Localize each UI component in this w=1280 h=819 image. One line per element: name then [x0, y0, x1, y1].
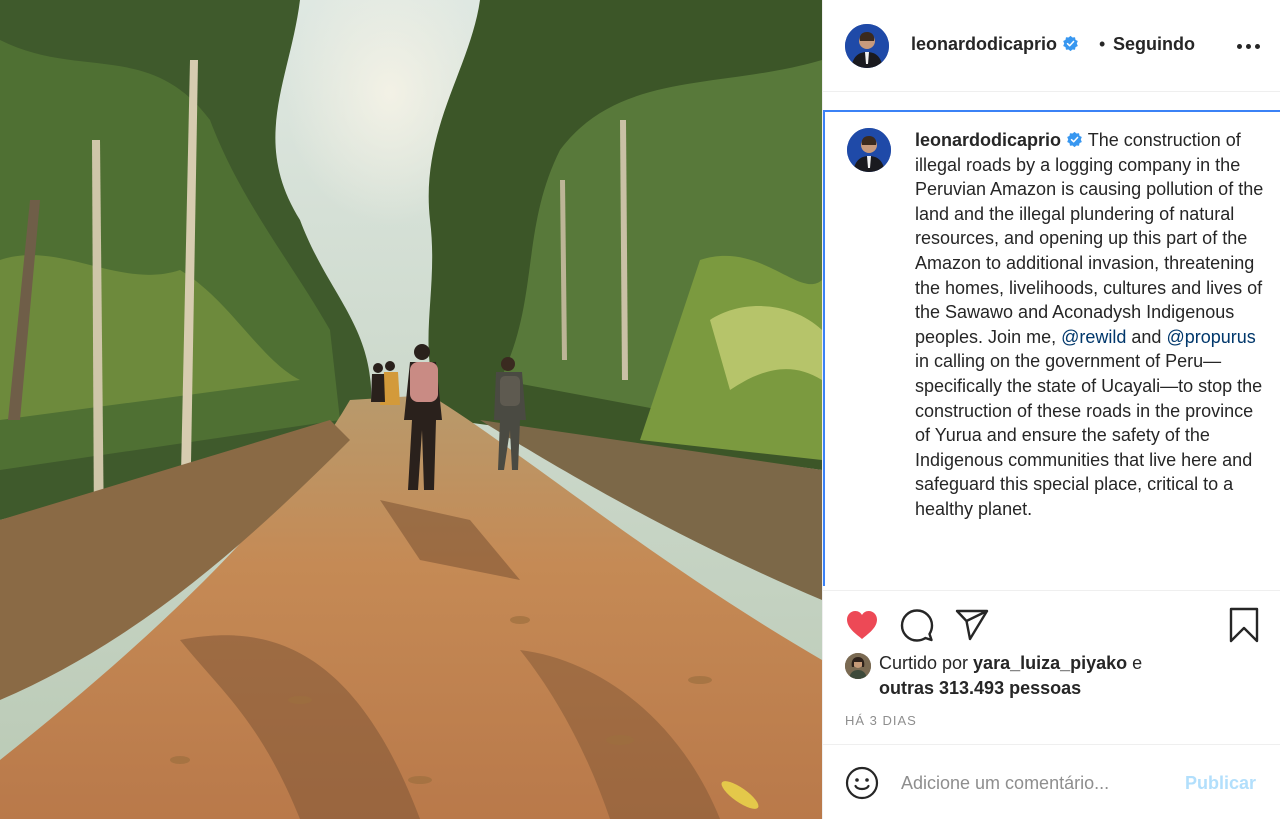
caption-author-avatar[interactable] [847, 128, 891, 172]
caption-body-2: and [1126, 326, 1167, 347]
publish-button[interactable]: Publicar [1185, 773, 1256, 794]
caption-body-3: in calling on the government of Peru—spe… [915, 351, 1263, 519]
author-username-text[interactable]: leonardodicaprio [911, 34, 1057, 54]
heart-icon[interactable] [845, 609, 879, 641]
likes-text: Curtido por yara_luiza_piyako e outras 31… [879, 651, 1259, 700]
comment-icon[interactable] [900, 608, 934, 642]
post-header: leonardodicaprio • Seguindo [823, 0, 1280, 92]
caption-body-1: The construction of illegal roads by a l… [915, 130, 1264, 347]
share-icon[interactable] [954, 609, 990, 641]
avatar-image [847, 128, 891, 172]
following-button[interactable]: Seguindo [1113, 34, 1195, 55]
author-username[interactable]: leonardodicaprio [911, 34, 1079, 55]
avatar-image [845, 24, 889, 68]
liker-username[interactable]: yara_luiza_piyako [973, 653, 1127, 673]
emoji-icon[interactable] [845, 766, 879, 800]
likes-count-link[interactable]: outras 313.493 pessoas [879, 678, 1081, 698]
caption-username[interactable]: leonardodicaprio [915, 130, 1061, 150]
post-photo[interactable] [0, 0, 822, 819]
verified-badge-icon [1063, 35, 1078, 52]
mention-rewild[interactable]: @rewild [1061, 327, 1126, 347]
likes-connector: e [1127, 653, 1143, 673]
verified-badge-icon [1067, 131, 1082, 148]
bookmark-icon[interactable] [1229, 607, 1259, 643]
caption-text: leonardodicaprio The construction of ill… [915, 128, 1271, 522]
author-avatar[interactable] [845, 24, 889, 68]
comment-input[interactable]: Adicione um comentário... [901, 773, 1109, 794]
avatar-image [845, 653, 871, 679]
post-date[interactable]: HÁ 3 DIAS [845, 713, 917, 728]
comment-bar: Adicione um comentário... Publicar [823, 744, 1280, 819]
likes-prefix: Curtido por [879, 653, 974, 673]
follow-separator: • [1099, 34, 1106, 54]
mention-propurus[interactable]: @propurus [1166, 327, 1255, 347]
post-actions: Curtido por yara_luiza_piyako e outras 31… [823, 590, 1280, 744]
more-options-icon[interactable] [1237, 44, 1261, 50]
post-side-panel: leonardodicaprio • Seguindo leonardodica… [822, 0, 1280, 819]
liker-avatar[interactable] [845, 653, 871, 679]
instagram-post-modal: leonardodicaprio • Seguindo leonardodica… [0, 0, 1280, 819]
forest-path-photo [0, 0, 822, 819]
caption-section: leonardodicaprio The construction of ill… [823, 110, 1280, 586]
